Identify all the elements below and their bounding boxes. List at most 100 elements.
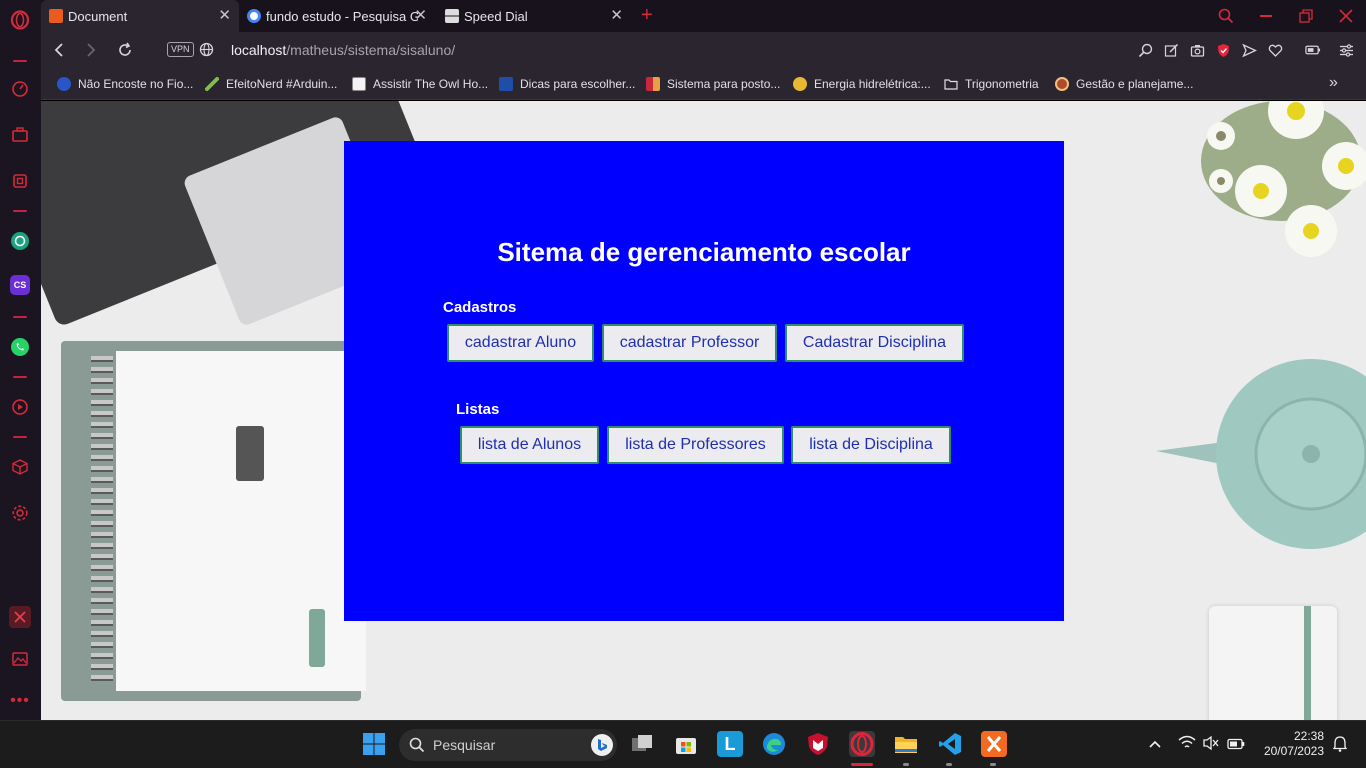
- bookmark-item[interactable]: Não Encoste no Fio...: [57, 76, 193, 92]
- more-bookmarks-icon[interactable]: »: [1329, 74, 1338, 92]
- flag-favicon-icon: [646, 77, 660, 91]
- teapot-decoration: [1151, 356, 1366, 556]
- notebook-page-decoration: [116, 351, 366, 691]
- send-arrow-icon[interactable]: [1241, 42, 1257, 58]
- bookmark-folder[interactable]: Trigonometria: [944, 76, 1039, 92]
- tab-document[interactable]: Document ✕: [41, 0, 239, 32]
- cadastrar-aluno-button[interactable]: cadastrar Aluno: [447, 324, 594, 362]
- bookmark-item[interactable]: EfeitoNerd #Arduin...: [205, 76, 337, 92]
- show-hidden-icons-chevron[interactable]: [1148, 736, 1162, 754]
- chip-icon[interactable]: [9, 170, 31, 192]
- search-icon: [409, 737, 425, 753]
- address-bar: VPN localhost/matheus/sistema/sisaluno/: [41, 32, 1366, 68]
- bookmark-item[interactable]: Gestão e planejame...: [1055, 76, 1193, 92]
- system-clock[interactable]: 22:38 20/07/2023: [1264, 729, 1324, 759]
- speedometer-icon[interactable]: [9, 78, 31, 100]
- running-indicator: [946, 763, 952, 766]
- volume-muted-icon[interactable]: [1202, 735, 1220, 756]
- lista-disciplina-button[interactable]: lista de Disciplina: [791, 426, 951, 464]
- microsoft-store-icon[interactable]: [673, 731, 699, 757]
- grid-favicon-icon: [445, 9, 459, 23]
- more-dots-icon[interactable]: •••: [9, 690, 31, 712]
- windows-taskbar: Pesquisar L 22:38 20/07/2023: [0, 720, 1366, 768]
- url-field[interactable]: localhost/matheus/sistema/sisaluno/: [231, 42, 455, 58]
- taskbar-search-box[interactable]: Pesquisar: [399, 729, 617, 761]
- battery-icon[interactable]: [1227, 737, 1245, 755]
- camera-icon[interactable]: [1189, 42, 1205, 58]
- back-arrow-icon[interactable]: [50, 41, 68, 59]
- gallery-icon[interactable]: [9, 648, 31, 670]
- energy-favicon-icon: [793, 77, 807, 91]
- easy-setup-icon[interactable]: [1338, 42, 1354, 58]
- search-page-icon[interactable]: [1137, 42, 1153, 58]
- mcafee-icon[interactable]: [805, 731, 831, 757]
- heart-icon[interactable]: [1267, 42, 1283, 58]
- close-tab-icon[interactable]: ✕: [218, 8, 231, 24]
- cadastrar-professor-button[interactable]: cadastrar Professor: [602, 324, 777, 362]
- reload-icon[interactable]: [116, 41, 134, 59]
- close-window-icon[interactable]: [1335, 6, 1357, 26]
- close-tab-icon[interactable]: ✕: [610, 8, 623, 24]
- tab-pesquisa[interactable]: fundo estudo - Pesquisa Go ✕: [239, 0, 435, 32]
- cs-app-icon[interactable]: CS: [9, 274, 31, 296]
- sidebar-separator: [13, 210, 27, 212]
- cadastros-heading: Cadastros: [443, 299, 517, 316]
- sidebar-separator: [13, 376, 27, 378]
- restore-icon[interactable]: [1295, 6, 1317, 26]
- bookmark-item[interactable]: Dicas para escolher...: [499, 76, 635, 92]
- bookmarks-bar: Não Encoste no Fio... EfeitoNerd #Arduin…: [41, 68, 1366, 100]
- edge-browser-icon[interactable]: [761, 731, 787, 757]
- vpn-badge[interactable]: VPN: [167, 42, 194, 57]
- briefcase-icon[interactable]: [9, 124, 31, 146]
- adblock-shield-icon[interactable]: [1215, 42, 1231, 58]
- wifi-icon[interactable]: [1178, 735, 1196, 756]
- lista-professores-button[interactable]: lista de Professores: [607, 426, 784, 464]
- bookmark-item[interactable]: Energia hidrelétrica:...: [793, 76, 931, 92]
- flowers-decoration: [1161, 101, 1366, 291]
- notification-bell-icon[interactable]: [1332, 736, 1348, 757]
- lista-alunos-button[interactable]: lista de Alunos: [460, 426, 599, 464]
- close-tab-icon[interactable]: ✕: [414, 8, 427, 24]
- globe-icon[interactable]: [199, 42, 214, 62]
- l-app-icon[interactable]: L: [717, 731, 743, 757]
- windows-start-icon[interactable]: [361, 731, 387, 757]
- crossed-tools-icon[interactable]: [9, 606, 31, 628]
- forward-arrow-icon[interactable]: [82, 41, 100, 59]
- notebook-spiral-decoration: [91, 356, 113, 686]
- running-indicator: [903, 763, 909, 766]
- notepad-decoration: [1209, 606, 1337, 720]
- battery-saver-icon[interactable]: [1305, 42, 1321, 58]
- bookmark-label: Sistema para posto...: [667, 77, 781, 91]
- bookmark-item[interactable]: Assistir The Owl Ho...: [352, 76, 488, 92]
- opera-logo-icon[interactable]: [9, 9, 31, 31]
- cube-icon[interactable]: [9, 456, 31, 478]
- bing-icon[interactable]: [591, 734, 613, 756]
- edit-pen-icon[interactable]: [1163, 42, 1179, 58]
- doc-favicon-icon: [499, 77, 513, 91]
- bookmark-label: Energia hidrelétrica:...: [814, 77, 931, 91]
- file-explorer-icon[interactable]: [893, 731, 919, 757]
- new-tab-plus-icon[interactable]: +: [641, 4, 653, 27]
- cs-app-label: CS: [10, 275, 30, 295]
- tab-bar: Document ✕ fundo estudo - Pesquisa Go ✕ …: [41, 0, 1366, 32]
- cadastrar-disciplina-button[interactable]: Cadastrar Disciplina: [785, 324, 964, 362]
- bookmark-label: Dicas para escolher...: [520, 77, 636, 91]
- tab-speed-dial[interactable]: Speed Dial ✕: [437, 0, 631, 32]
- vscode-icon[interactable]: [937, 731, 963, 757]
- tab-label: fundo estudo - Pesquisa Go: [266, 8, 418, 24]
- chatgpt-icon[interactable]: [9, 230, 31, 252]
- search-placeholder: Pesquisar: [433, 737, 496, 753]
- puzzle-favicon-icon: [57, 77, 71, 91]
- whatsapp-icon[interactable]: [9, 336, 31, 358]
- opera-taskbar-icon[interactable]: [849, 731, 875, 757]
- xampp-icon[interactable]: [981, 731, 1007, 757]
- task-view-icon[interactable]: [629, 731, 655, 757]
- player-icon[interactable]: [9, 396, 31, 418]
- clock-date: 20/07/2023: [1263, 744, 1324, 758]
- settings-gear-icon[interactable]: [9, 502, 31, 524]
- bookmark-item[interactable]: Sistema para posto...: [646, 76, 780, 92]
- tab-search-icon[interactable]: [1215, 6, 1237, 26]
- listas-heading: Listas: [456, 401, 500, 418]
- minimize-icon[interactable]: [1255, 6, 1277, 26]
- tab-label: Document: [68, 8, 128, 24]
